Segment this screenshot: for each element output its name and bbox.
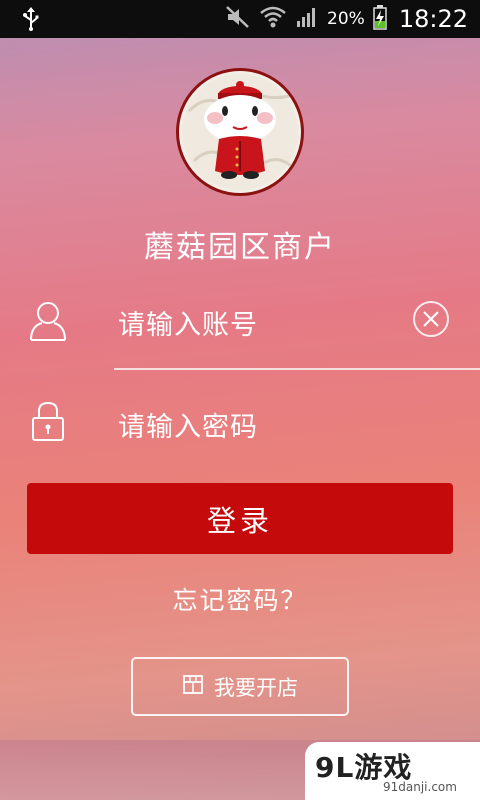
signal-icon	[295, 5, 319, 33]
mute-icon	[225, 5, 251, 33]
wifi-icon	[259, 5, 287, 33]
open-shop-button[interactable]: 我要开店	[131, 657, 349, 716]
watermark: 9L游戏 91danji.com	[305, 742, 480, 800]
close-icon	[415, 311, 447, 339]
open-shop-label: 我要开店	[214, 675, 298, 700]
password-input[interactable]: 请输入密码	[118, 405, 258, 444]
login-button[interactable]: 登录	[27, 483, 453, 554]
account-input[interactable]: 请输入账号	[118, 303, 258, 342]
status-bar: 20% 18:22	[0, 0, 480, 38]
watermark-url: 91danji.com	[383, 780, 457, 794]
forgot-password-link[interactable]: 忘记密码？	[0, 581, 480, 617]
merchant-name: 蘑菇园区商户	[144, 230, 336, 265]
account-underline	[114, 368, 480, 370]
battery-charging-icon	[373, 4, 387, 34]
merchant-avatar	[176, 68, 304, 196]
store-icon	[182, 673, 204, 700]
lock-icon	[30, 400, 66, 446]
clear-account-button[interactable]	[413, 301, 449, 337]
user-icon	[28, 300, 68, 346]
usb-icon	[18, 6, 44, 36]
battery-percent: 20%	[327, 9, 365, 29]
clock: 18:22	[398, 5, 468, 33]
status-icons: 20% 18:22	[225, 0, 468, 38]
